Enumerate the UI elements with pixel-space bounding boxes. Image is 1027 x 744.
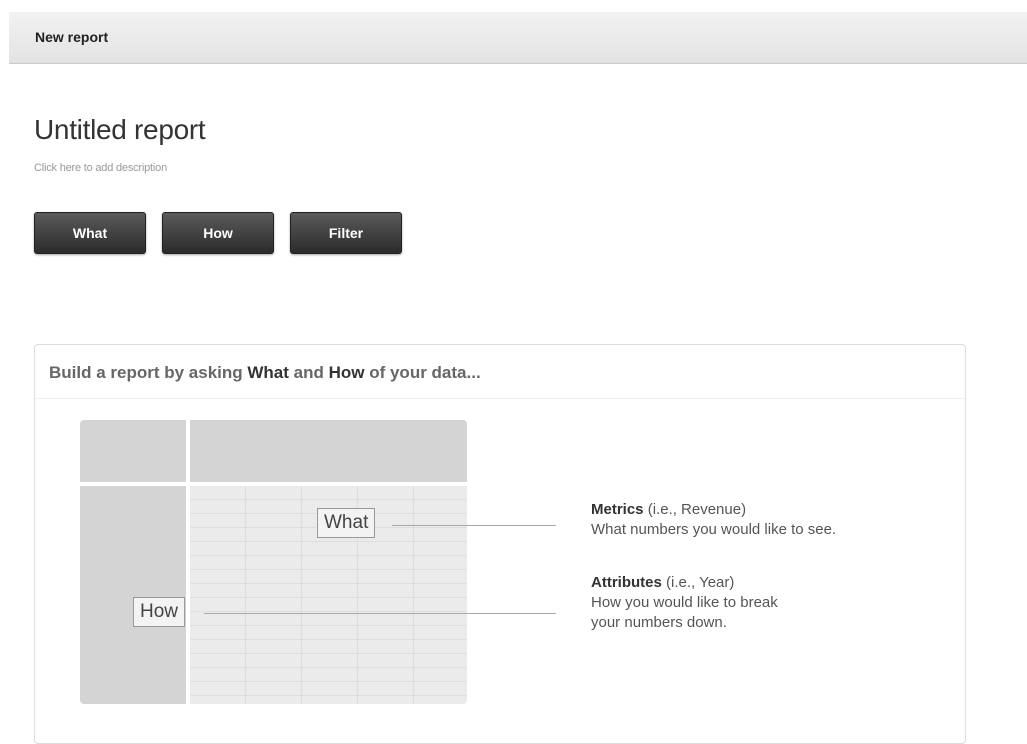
attributes-legend: Attributes (i.e., Year) How you would li… [591, 573, 778, 633]
help-panel-header: Build a report by asking What and How of… [35, 345, 965, 399]
metrics-description: What numbers you would like to see. [591, 521, 837, 538]
filter-button[interactable]: Filter [290, 212, 402, 254]
report-description[interactable]: Click here to add description [34, 162, 167, 174]
header-what: What [247, 363, 289, 382]
header-suffix: of your data... [364, 363, 481, 382]
attributes-title: Attributes [591, 574, 662, 591]
help-panel-title: Build a report by asking What and How of… [49, 363, 481, 383]
report-title[interactable]: Untitled report [34, 114, 206, 146]
metrics-legend: Metrics (i.e., Revenue) What numbers you… [591, 500, 836, 540]
how-button[interactable]: How [162, 212, 274, 254]
page-header-title: New report [35, 29, 109, 45]
what-tag: What [317, 508, 376, 538]
what-button[interactable]: What [34, 212, 146, 254]
header-prefix: Build a report by asking [49, 363, 248, 382]
how-tag: How [133, 597, 186, 627]
diagram-row-header [80, 486, 186, 704]
top-bar: New report [9, 12, 1027, 64]
diagram-column-header [190, 420, 467, 482]
what-connector-line [392, 525, 556, 526]
attributes-example: (i.e., Year) [661, 574, 735, 591]
attributes-description-line-2: your numbers down. [591, 614, 727, 631]
report-grid-diagram [80, 420, 467, 704]
metrics-title: Metrics [591, 501, 644, 518]
header-and: and [288, 363, 329, 382]
header-how: How [328, 363, 365, 382]
diagram-corner-cell [80, 420, 186, 482]
metrics-example: (i.e., Revenue) [643, 501, 747, 518]
how-connector-line [204, 613, 556, 614]
help-panel: Build a report by asking What and How of… [34, 344, 966, 744]
attributes-description-line-1: How you would like to break [591, 594, 778, 611]
